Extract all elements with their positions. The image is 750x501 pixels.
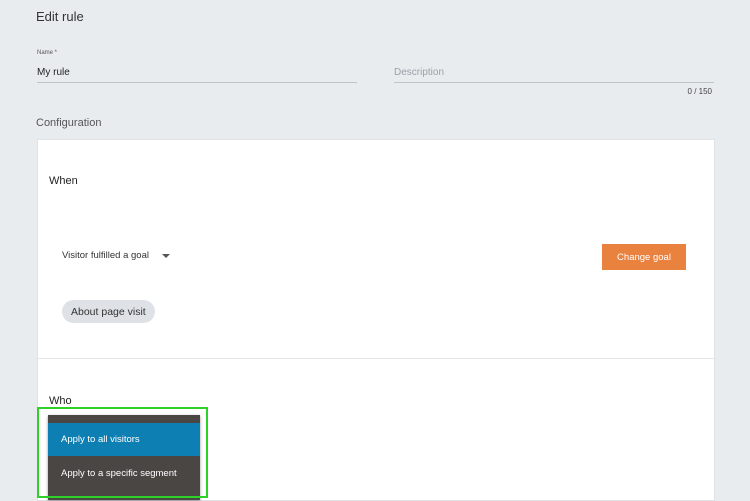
when-section-title: When: [49, 175, 78, 187]
section-divider: [38, 358, 714, 359]
configuration-heading: Configuration: [36, 117, 102, 129]
description-input[interactable]: [394, 62, 714, 83]
who-dropdown-menu: Apply to all visitors Apply to a specifi…: [48, 415, 200, 500]
name-input[interactable]: [37, 62, 357, 83]
option-specific-segment[interactable]: Apply to a specific segment: [48, 457, 200, 490]
caret-down-icon: [161, 253, 170, 258]
goal-chip: About page visit: [62, 300, 155, 323]
option-all-visitors[interactable]: Apply to all visitors: [48, 423, 200, 456]
trigger-select-value: Visitor fulfilled a goal: [62, 250, 149, 261]
page-title: Edit rule: [36, 9, 84, 24]
name-field-label: Name *: [37, 50, 58, 56]
who-section-title: Who: [49, 395, 72, 407]
character-count: 0 / 150: [687, 87, 712, 96]
configuration-card: When Visitor fulfilled a goal Change goa…: [37, 139, 715, 501]
trigger-select[interactable]: Visitor fulfilled a goal: [62, 250, 170, 261]
change-goal-button[interactable]: Change goal: [602, 244, 686, 270]
